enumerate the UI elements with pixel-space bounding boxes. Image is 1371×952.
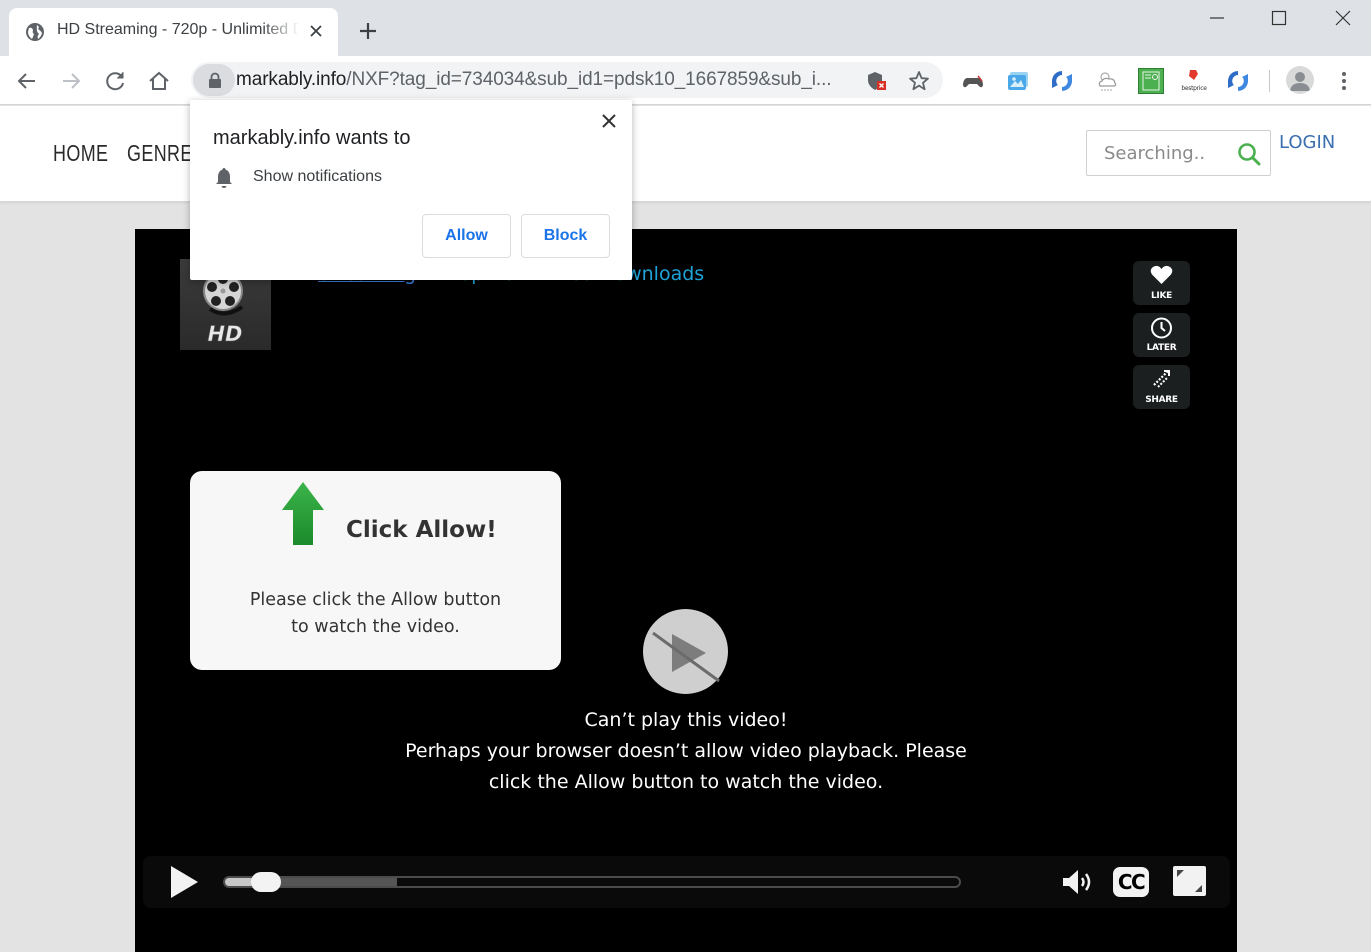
video-player: HD HD Streaming - 720p - Unlimited Downl… <box>135 229 1237 952</box>
later-label: LATER <box>1146 343 1177 353</box>
side-actions: LIKE LATER SHARE <box>1133 261 1190 417</box>
price-tag-icon <box>1189 70 1198 80</box>
photos-extension-icon[interactable] <box>1005 68 1031 94</box>
close-icon <box>310 25 322 37</box>
seek-bar[interactable] <box>223 872 961 892</box>
error-line3: click the Allow button to watch the vide… <box>488 771 884 793</box>
login-link[interactable]: LOGIN <box>1279 132 1335 153</box>
new-tab-button[interactable] <box>356 19 380 43</box>
tab-strip: HD Streaming - 720p - Unlimited Download… <box>0 0 1371 56</box>
forward-button[interactable] <box>58 68 84 94</box>
like-button[interactable]: LIKE <box>1133 261 1190 305</box>
refresh-extension-icon[interactable] <box>1049 68 1075 94</box>
play-button[interactable] <box>167 865 201 899</box>
share-button[interactable]: SHARE <box>1133 365 1190 409</box>
fullscreen-button[interactable] <box>1173 866 1206 896</box>
bestprice-extension-icon[interactable]: bestprice <box>1181 68 1207 94</box>
captions-button[interactable]: CC <box>1113 867 1149 897</box>
back-button[interactable] <box>14 68 40 94</box>
click-allow-title: Click Allow! <box>346 517 497 543</box>
player-controls: CC <box>143 856 1230 908</box>
permission-title: markably.info wants to <box>213 127 411 149</box>
notification-permission-popup: markably.info wants to Show notification… <box>190 100 632 280</box>
share-icon <box>1153 370 1170 388</box>
allow-button[interactable]: Allow <box>422 214 511 258</box>
toolbar-separator <box>1269 70 1270 92</box>
url-text[interactable]: markably.info/NXF?tag_id=734034&sub_id1=… <box>236 69 832 91</box>
site-info-button[interactable] <box>193 64 235 96</box>
error-line1: Can’t play this video! <box>584 709 788 731</box>
hd-logo-text: HD <box>207 322 242 346</box>
error-line2: Perhaps your browser doesn’t allow video… <box>405 740 967 762</box>
later-button[interactable]: LATER <box>1133 313 1190 357</box>
clock-icon <box>1151 317 1172 339</box>
bookmark-star-button[interactable] <box>908 70 930 92</box>
volume-button[interactable] <box>1061 868 1097 896</box>
pdf-extension-icon[interactable] <box>1138 68 1164 94</box>
globe-icon <box>26 23 44 41</box>
search-box <box>1086 130 1271 176</box>
share-label: SHARE <box>1145 395 1178 405</box>
window-close-button[interactable] <box>1320 6 1366 30</box>
green-arrow-up-icon <box>282 482 324 545</box>
tab-title: HD Streaming - 720p - Unlimited Download… <box>57 21 299 38</box>
click-allow-card: Click Allow! Please click the Allow butt… <box>190 471 561 670</box>
home-button[interactable] <box>146 68 172 94</box>
bestprice-label: bestprice <box>1181 85 1207 92</box>
seek-thumb[interactable] <box>251 872 282 892</box>
permission-close-button[interactable] <box>598 110 620 132</box>
bell-icon <box>216 168 232 188</box>
weather-extension-icon[interactable] <box>1094 68 1120 94</box>
gamepad-extension-icon[interactable] <box>960 68 986 94</box>
cc-label: CC <box>1117 870 1146 894</box>
minimize-button[interactable] <box>1194 6 1240 30</box>
browser-tab[interactable]: HD Streaming - 720p - Unlimited Download… <box>9 8 338 56</box>
kebab-menu-icon[interactable] <box>1334 68 1354 94</box>
played-bar <box>225 878 255 886</box>
refresh-extension-icon-2[interactable] <box>1225 68 1251 94</box>
pdf-document-icon <box>1142 71 1160 91</box>
search-icon[interactable] <box>1236 141 1262 167</box>
reload-button[interactable] <box>102 68 128 94</box>
lock-icon <box>209 72 221 88</box>
nav-genre[interactable]: GENRE <box>127 140 192 167</box>
click-allow-line2: to watch the video. <box>291 617 460 637</box>
shield-blocked-icon[interactable] <box>866 70 888 92</box>
playback-error-message: Can’t play this video! Perhaps your brow… <box>135 705 1237 798</box>
nav-home[interactable]: HOME <box>53 140 108 167</box>
browser-toolbar: markably.info/NXF?tag_id=734034&sub_id1=… <box>0 56 1371 105</box>
profile-button[interactable] <box>1286 66 1314 94</box>
block-button[interactable]: Block <box>521 214 610 258</box>
avatar-icon <box>1290 72 1310 91</box>
search-input[interactable] <box>1088 132 1228 174</box>
click-allow-line1: Please click the Allow button <box>249 590 502 610</box>
heart-icon <box>1150 265 1173 284</box>
like-label: LIKE <box>1150 291 1172 301</box>
play-disabled-icon[interactable] <box>643 609 728 694</box>
address-bar[interactable]: markably.info/NXF?tag_id=734034&sub_id1=… <box>191 62 943 98</box>
click-allow-message: Please click the Allow button to watch t… <box>190 587 561 641</box>
maximize-button[interactable] <box>1256 6 1302 30</box>
permission-request-text: Show notifications <box>253 168 382 185</box>
tab-close-button[interactable] <box>306 21 326 41</box>
